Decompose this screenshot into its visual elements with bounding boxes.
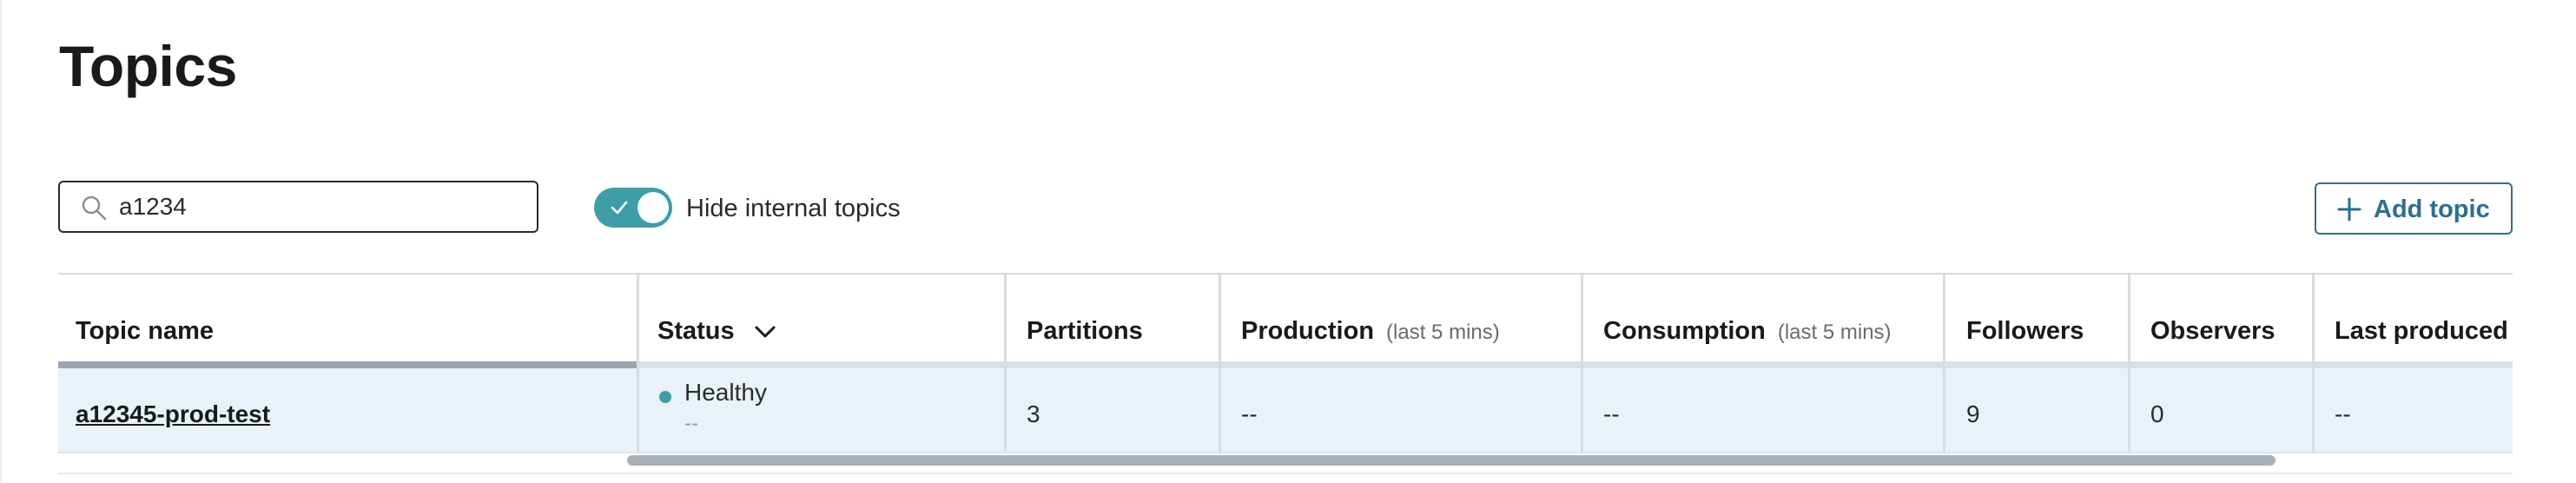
toggle-knob (637, 192, 669, 223)
header-followers[interactable]: Followers (1966, 316, 2084, 346)
column-divider (1219, 275, 1221, 452)
column-divider (2312, 275, 2315, 452)
scrollbar-thumb[interactable] (627, 455, 2275, 466)
search-input[interactable] (119, 189, 519, 224)
header-partitions[interactable]: Partitions (1027, 316, 1143, 346)
cell-consumption: -- (1603, 400, 1620, 427)
header-observers[interactable]: Observers (2150, 316, 2275, 346)
topic-name-link[interactable]: a12345-prod-test (76, 400, 270, 429)
left-border (0, 0, 2, 483)
header-last-produced[interactable]: Last produced (2335, 316, 2508, 346)
cell-followers: 9 (1966, 400, 1980, 427)
topic-name-header-underline (58, 361, 637, 368)
topics-table: Topic name Status Partitions Production(… (58, 273, 2513, 483)
header-production[interactable]: Production (last 5 mins) (1241, 316, 1500, 347)
toggle-label: Hide internal topics (686, 195, 901, 222)
table-top-rule (58, 273, 2513, 275)
add-topic-label: Add topic (2374, 195, 2490, 223)
status-healthy-dot (659, 391, 671, 403)
table-row[interactable] (58, 368, 2513, 452)
header-production-sub: (last 5 mins) (1386, 321, 1500, 344)
check-icon (611, 201, 628, 215)
page-title: Topics (59, 34, 237, 98)
header-status[interactable]: Status (657, 316, 776, 346)
header-consumption[interactable]: Consumption (last 5 mins) (1603, 316, 1892, 347)
cell-last-produced: -- (2335, 400, 2351, 427)
hide-internal-topics-toggle[interactable] (594, 188, 672, 228)
search-box[interactable] (58, 181, 538, 233)
header-consumption-sub: (last 5 mins) (1777, 321, 1892, 344)
column-divider (2128, 275, 2130, 452)
column-divider (1004, 275, 1007, 452)
plus-icon (2337, 197, 2361, 222)
header-topic-name[interactable]: Topic name (76, 316, 214, 346)
cell-observers: 0 (2150, 400, 2164, 427)
column-divider (637, 275, 639, 452)
column-divider (1943, 275, 1945, 452)
table-bottom-rule (58, 473, 2513, 474)
chevron-down-icon (755, 326, 776, 338)
header-underline (637, 361, 2513, 368)
status-subtext: -- (684, 412, 698, 435)
column-divider (1581, 275, 1583, 452)
search-icon (82, 195, 107, 221)
add-topic-button[interactable]: Add topic (2315, 182, 2513, 235)
cell-partitions: 3 (1027, 400, 1040, 427)
cell-production: -- (1241, 400, 1258, 427)
status-text: Healthy (684, 379, 767, 406)
